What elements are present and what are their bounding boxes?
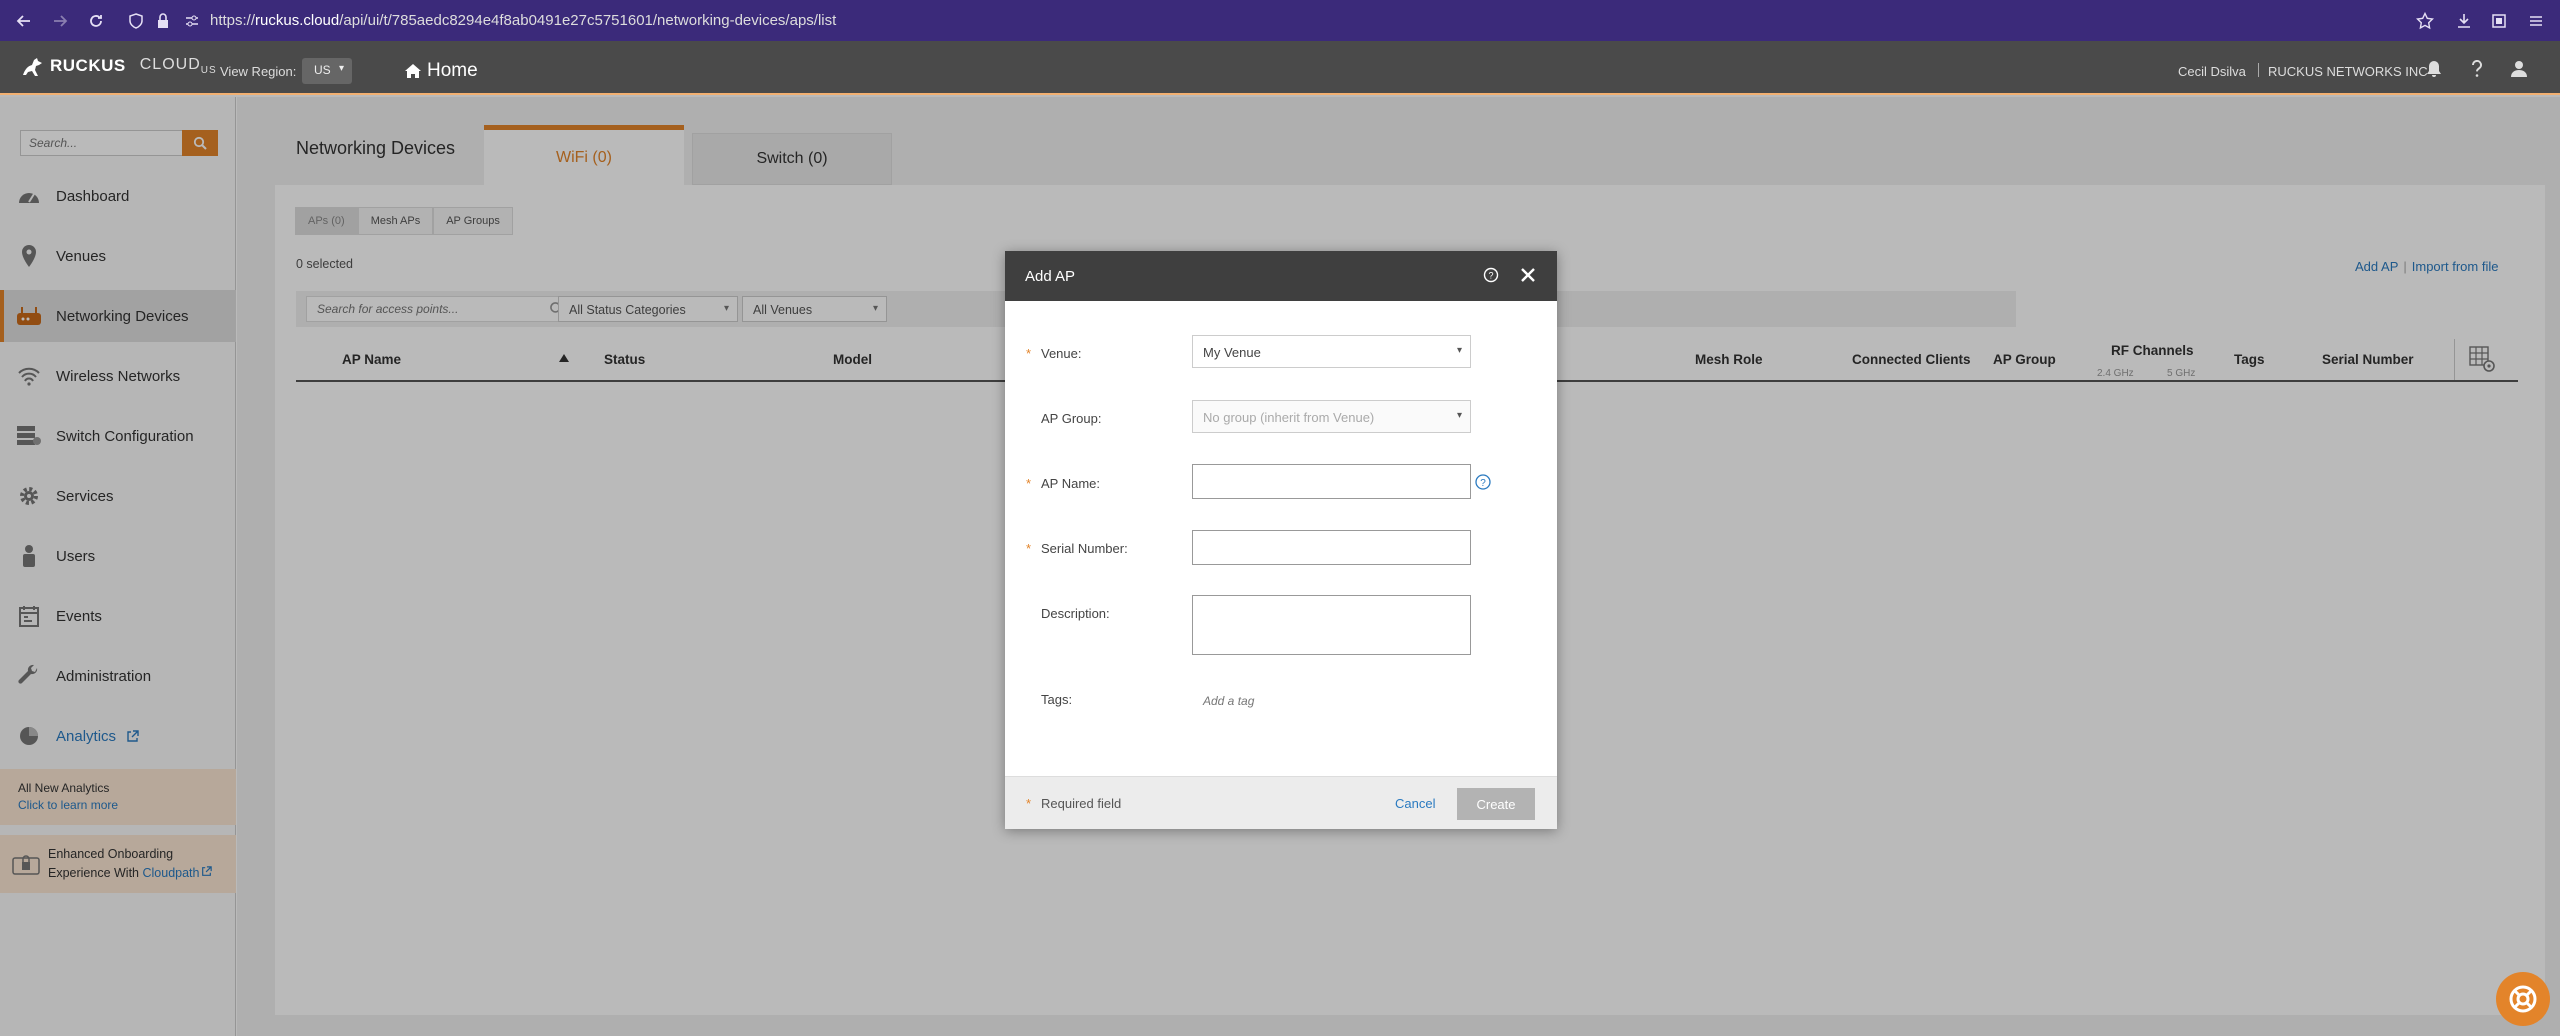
required-marker: * [1026,346,1032,361]
support-chat-button[interactable] [2496,972,2550,1026]
company-name[interactable]: RUCKUS NETWORKS INC [2268,64,2428,79]
help-question-icon[interactable] [2465,57,2489,81]
shield-icon[interactable] [126,11,146,31]
required-marker: * [1026,476,1032,491]
permissions-icon[interactable] [182,11,202,31]
back-arrow-icon[interactable] [14,11,34,31]
dog-logo-icon [23,58,42,76]
add-ap-dialog: Add AP ? * Venue: My Venue AP Group: No … [1005,251,1557,829]
lifebuoy-icon [2509,985,2537,1013]
bookmark-star-icon[interactable] [2415,11,2435,31]
tags-label: Tags: [1041,692,1073,707]
product-label: CLOUD [139,55,201,73]
forward-arrow-icon[interactable] [50,11,70,31]
help-circle-icon[interactable]: ? [1475,474,1491,490]
ap-group-label: AP Group: [1041,411,1102,426]
menu-icon[interactable] [2526,11,2546,31]
svg-text:?: ? [1488,271,1493,281]
url-path: /api/ui/t/785aedc8294e4f8ab0491e27c57516… [339,12,837,29]
description-textarea[interactable] [1192,595,1471,655]
home-icon [405,64,421,78]
serial-number-input[interactable] [1192,530,1471,565]
serial-number-label: Serial Number: [1041,541,1128,556]
ruckus-logo[interactable]: RUCKUS CLOUDUS [20,53,217,79]
product-name: CLOUDUS [140,56,217,76]
region-select[interactable]: US [302,58,352,84]
user-name[interactable]: Cecil Dsilva [2178,64,2246,79]
home-label: Home [427,60,478,81]
download-icon[interactable] [2454,11,2474,31]
required-marker: * [1026,796,1032,811]
region-label: View Region: [220,64,297,79]
app-header: RUCKUS CLOUDUS View Region: US Home Ceci… [0,41,2560,95]
url-domain: ruckus.cloud [255,12,340,29]
required-field-note: Required field [1041,796,1122,811]
bell-icon[interactable] [2422,57,2446,81]
ap-name-input[interactable] [1192,464,1471,499]
tags-input[interactable]: Add a tag [1203,694,1254,708]
create-button[interactable]: Create [1457,788,1535,820]
lock-icon[interactable] [153,11,173,31]
address-bar[interactable]: https://ruckus.cloud/api/ui/t/785aedc829… [210,12,836,29]
ap-name-label: AP Name: [1041,476,1101,491]
home-link[interactable]: Home [404,60,478,82]
close-icon[interactable] [1517,264,1539,286]
extension-icon[interactable] [2489,11,2509,31]
cancel-button[interactable]: Cancel [1395,796,1435,811]
svg-text:?: ? [1480,478,1486,489]
brand-name: RUCKUS [50,56,126,75]
header-separator [2258,63,2259,77]
required-marker: * [1026,541,1032,556]
ap-group-select[interactable]: No group (inherit from Venue) [1192,400,1471,433]
venue-select[interactable]: My Venue [1192,335,1471,368]
user-profile-icon[interactable] [2507,57,2531,81]
venue-label: Venue: [1041,346,1082,361]
dialog-footer: * Required field Cancel Create [1005,776,1557,829]
product-region: US [200,65,217,77]
help-circle-icon[interactable]: ? [1483,267,1499,283]
url-prefix: https:// [210,12,256,29]
dialog-header: Add AP ? [1005,251,1557,301]
reload-icon[interactable] [86,11,106,31]
description-label: Description: [1041,606,1110,621]
dialog-title: Add AP [1025,268,1076,285]
browser-toolbar: https://ruckus.cloud/api/ui/t/785aedc829… [0,0,2560,41]
